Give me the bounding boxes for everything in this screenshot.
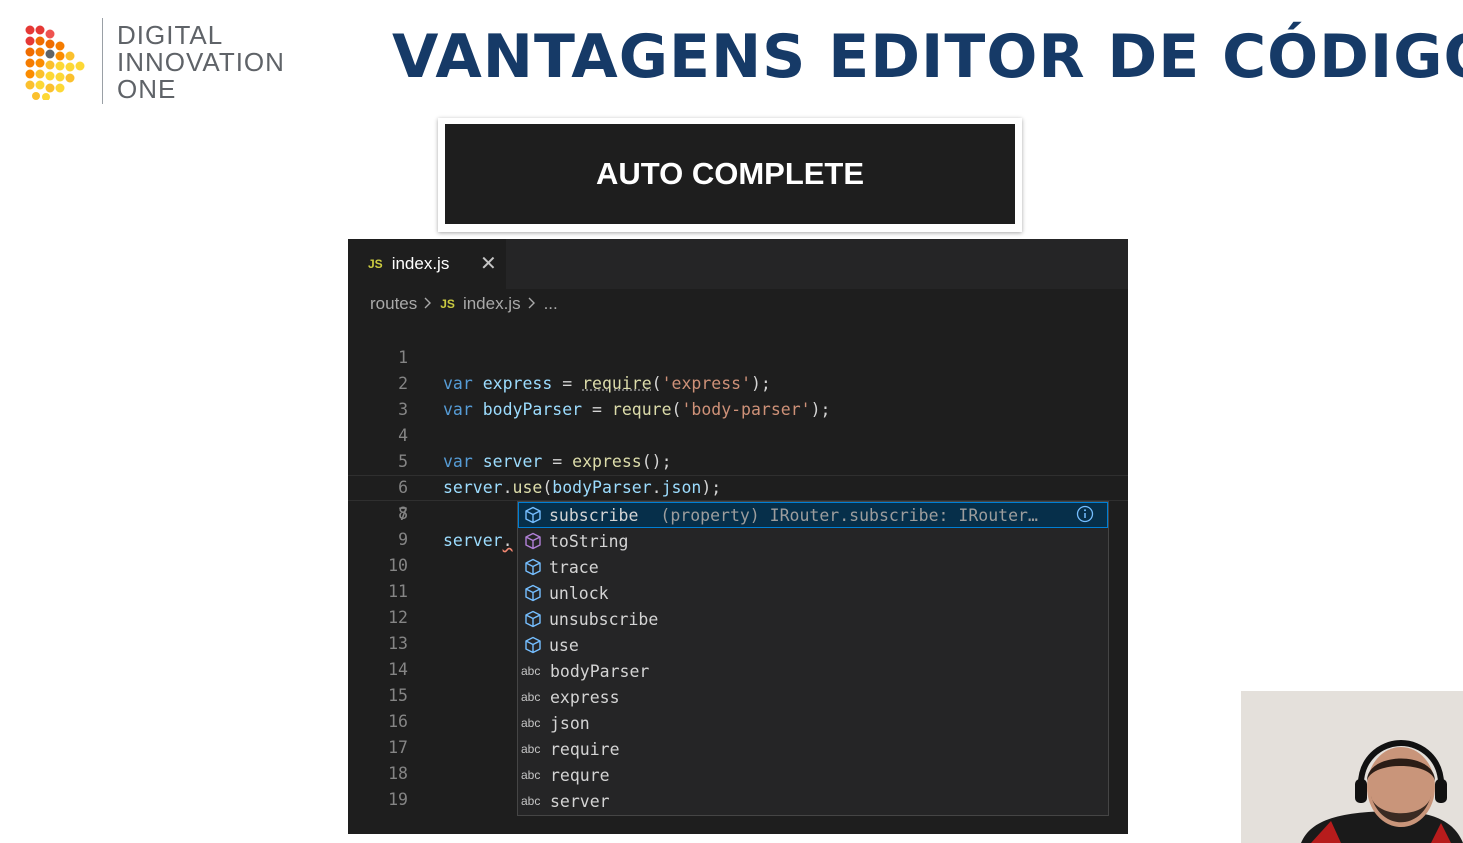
text-abc-icon: abc <box>521 768 541 782</box>
breadcrumb: routes JS index.js ... <box>370 292 558 316</box>
editor-tab-bar: JS index.js ✕ <box>348 239 1128 289</box>
line-number: 11 <box>388 582 408 601</box>
suggestion-item-selected[interactable]: subscribe (property) IRouter.subscribe: … <box>518 502 1108 528</box>
code-line[interactable]: 3 <box>348 371 1128 419</box>
presenter-webcam <box>1241 691 1463 843</box>
suggestion-label: use <box>549 635 579 655</box>
suggestion-item[interactable]: abc requre <box>518 762 1108 788</box>
suggestion-label: bodyParser <box>550 661 650 681</box>
text-abc-icon: abc <box>521 664 541 678</box>
js-file-icon: JS <box>440 297 455 311</box>
property-icon <box>522 582 544 604</box>
code-line[interactable]: 1 var express = require('express'); <box>348 319 1128 393</box>
property-icon <box>522 634 544 656</box>
code-line-current[interactable]: 7 server. <box>348 475 1128 550</box>
line-number: 18 <box>388 764 408 783</box>
brand-logo: DIGITAL INNOVATION ONE <box>22 18 302 108</box>
auto-complete-banner: AUTO COMPLETE <box>445 124 1015 224</box>
suggestion-item[interactable]: abc server <box>518 788 1108 814</box>
code-editor[interactable]: JS index.js ✕ routes JS index.js ... 1 v… <box>348 239 1128 834</box>
property-icon <box>522 504 544 526</box>
line-number: 16 <box>388 712 408 731</box>
chevron-right-icon <box>424 294 432 314</box>
suggestion-item[interactable]: toString <box>518 528 1108 554</box>
line-number: 8 <box>398 504 408 523</box>
page-title: VANTAGENS EDITOR DE CÓDIGO <box>392 22 1463 92</box>
suggestion-item[interactable]: abc json <box>518 710 1108 736</box>
code-line[interactable]: 2 var bodyParser = requre('body-parser')… <box>348 345 1128 419</box>
auto-complete-banner-frame: AUTO COMPLETE <box>438 118 1022 232</box>
text-abc-icon: abc <box>521 742 541 756</box>
suggestion-label: json <box>550 713 590 733</box>
line-number: 10 <box>388 556 408 575</box>
logo-line: INNOVATION <box>117 47 285 77</box>
breadcrumb-folder[interactable]: routes <box>370 294 417 314</box>
code-line[interactable]: 6 <box>348 449 1128 497</box>
suggestion-label: express <box>550 687 620 707</box>
line-number: 13 <box>388 634 408 653</box>
suggestion-label: require <box>550 739 620 759</box>
suggestion-item[interactable]: abc express <box>518 684 1108 710</box>
text-abc-icon: abc <box>521 794 541 808</box>
line-number: 19 <box>388 790 408 809</box>
breadcrumb-more[interactable]: ... <box>544 294 558 314</box>
dots-logo-icon <box>25 25 85 100</box>
code-line[interactable]: 4 var server = express(); <box>348 397 1128 471</box>
logo-line: ONE <box>117 74 177 104</box>
suggestion-item[interactable]: trace <box>518 554 1108 580</box>
suggestion-label: requre <box>550 765 610 785</box>
suggestion-item[interactable]: unlock <box>518 580 1108 606</box>
chevron-right-icon <box>528 294 536 314</box>
line-number: 14 <box>388 660 408 679</box>
suggestion-label: server <box>550 791 610 811</box>
method-icon <box>522 530 544 552</box>
line-number: 12 <box>388 608 408 627</box>
line-number: 17 <box>388 738 408 757</box>
suggestion-label: trace <box>549 557 599 577</box>
suggestion-item[interactable]: abc bodyParser <box>518 658 1108 684</box>
autocomplete-suggestions[interactable]: subscribe (property) IRouter.subscribe: … <box>517 501 1109 816</box>
breadcrumb-file[interactable]: index.js <box>463 294 521 314</box>
suggestion-label: unsubscribe <box>549 609 659 629</box>
line-number: 9 <box>398 530 408 549</box>
code-line[interactable]: 5 server.use(bodyParser.json); <box>348 423 1128 497</box>
line-number: 15 <box>388 686 408 705</box>
suggestion-detail: (property) IRouter.subscribe: IRouter… <box>660 505 1038 525</box>
tab-filename: index.js <box>391 254 450 273</box>
logo-line: DIGITAL <box>117 20 224 50</box>
tab-index-js[interactable]: JS index.js ✕ <box>348 239 506 289</box>
suggestion-label: unlock <box>549 583 609 603</box>
property-icon <box>522 608 544 630</box>
text-abc-icon: abc <box>521 716 541 730</box>
suggestion-item[interactable]: use <box>518 632 1108 658</box>
presenter-silhouette-icon <box>1241 691 1463 843</box>
info-icon[interactable] <box>1076 505 1094 527</box>
text-abc-icon: abc <box>521 690 541 704</box>
property-icon <box>522 556 544 578</box>
logo-wordmark: DIGITAL INNOVATION ONE <box>117 22 285 103</box>
suggestion-label: subscribe <box>549 505 639 525</box>
suggestion-label: toString <box>549 531 629 551</box>
logo-divider <box>102 18 103 104</box>
js-file-icon: JS <box>368 257 383 271</box>
suggestion-item[interactable]: unsubscribe <box>518 606 1108 632</box>
suggestion-item[interactable]: abc require <box>518 736 1108 762</box>
close-icon[interactable]: ✕ <box>480 251 497 276</box>
